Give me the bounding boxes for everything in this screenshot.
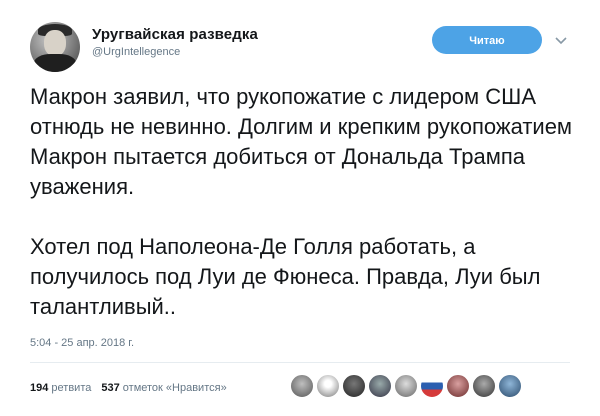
liker-avatar[interactable] bbox=[316, 374, 340, 398]
tweet-timestamp[interactable]: 5:04 - 25 апр. 2018 г. bbox=[30, 337, 134, 349]
liker-avatar[interactable] bbox=[472, 374, 496, 398]
tweet-text: Макрон заявил, что рукопожатие с лидером… bbox=[30, 82, 590, 322]
likes-label: отметок «Нравится» bbox=[122, 382, 227, 394]
divider bbox=[30, 362, 570, 363]
tweet-paragraph: Хотел под Наполеона-Де Голля работать, а… bbox=[30, 234, 541, 319]
liker-avatar[interactable] bbox=[290, 374, 314, 398]
tweet-stats: 194 ретвита 537 отметок «Нравится» bbox=[30, 382, 227, 394]
profile-avatar[interactable] bbox=[30, 22, 80, 72]
user-handle[interactable]: @UrgIntellegence bbox=[92, 46, 180, 58]
liker-avatar[interactable] bbox=[446, 374, 470, 398]
avatar-face bbox=[44, 30, 66, 56]
tweet-paragraph: Макрон заявил, что рукопожатие с лидером… bbox=[30, 84, 573, 199]
following-button[interactable]: Читаю bbox=[432, 26, 542, 54]
avatar-coat bbox=[34, 54, 76, 72]
chevron-down-icon[interactable] bbox=[554, 34, 568, 48]
display-name[interactable]: Уругвайская разведка bbox=[92, 26, 258, 43]
tweet-card: Уругвайская разведка @UrgIntellegence Чи… bbox=[0, 0, 600, 416]
retweet-stat[interactable]: 194 ретвита bbox=[30, 382, 91, 394]
liker-avatar[interactable] bbox=[368, 374, 392, 398]
retweet-count: 194 bbox=[30, 382, 49, 394]
likes-count: 537 bbox=[101, 382, 120, 394]
liker-avatar[interactable] bbox=[420, 374, 444, 398]
liker-avatar[interactable] bbox=[498, 374, 522, 398]
retweet-label: ретвита bbox=[51, 382, 92, 394]
likes-stat[interactable]: 537 отметок «Нравится» bbox=[101, 382, 226, 394]
liker-avatar[interactable] bbox=[342, 374, 366, 398]
liker-avatar[interactable] bbox=[394, 374, 418, 398]
